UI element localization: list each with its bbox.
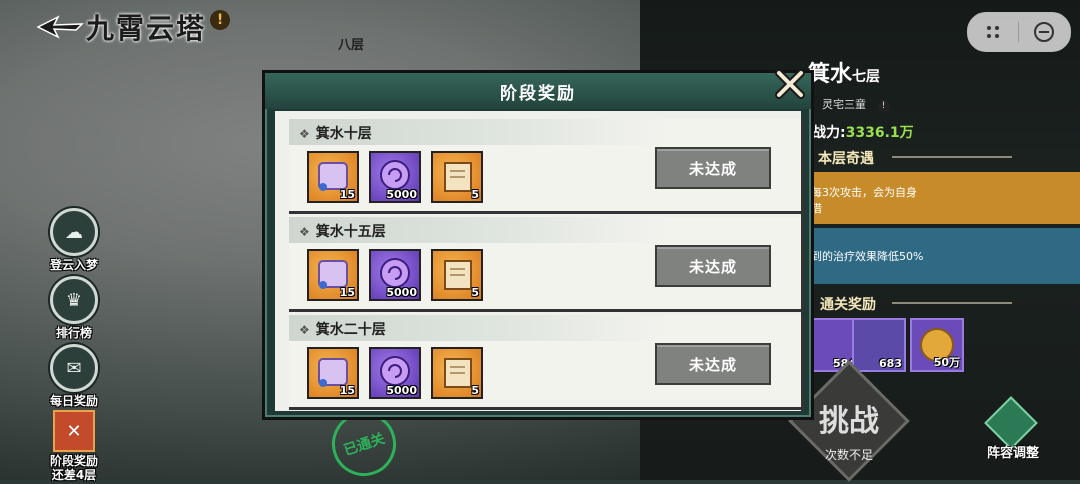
reward-item-manual[interactable]: 5	[431, 347, 483, 399]
buff-text: 每3次攻击，会为自身 借	[811, 186, 917, 215]
stage-name: ❖ 箕水二十层	[299, 322, 386, 338]
nav-daily-reward[interactable]: ✉ 每日奖励	[40, 344, 108, 408]
reward-item-scroll[interactable]: 15	[307, 151, 359, 203]
clear-reward-item[interactable]: 683	[852, 318, 906, 372]
miniprogram-capsule	[967, 12, 1071, 52]
clear-reward-title: 通关奖励	[820, 297, 876, 313]
dots-icon	[987, 26, 999, 38]
minus-circle-icon	[1034, 22, 1054, 42]
modal-header: 阶段奖励	[265, 73, 811, 109]
nav-label: 每日奖励	[49, 394, 98, 408]
exit-button[interactable]	[1019, 13, 1069, 51]
boss-info-icon[interactable]: !	[877, 100, 890, 112]
challenge-status: 次数不足	[824, 448, 873, 462]
diamond-icon: ❖	[299, 225, 310, 239]
lineup-label: 阵容调整	[986, 446, 1039, 461]
header: 九霄云塔 !	[36, 6, 231, 48]
stage-reward-icon: ✕	[53, 410, 95, 452]
boss-name: 灵宅三童 !	[822, 96, 890, 112]
reward-item-orb[interactable]: 5000	[369, 151, 421, 203]
close-icon	[775, 69, 805, 99]
clear-reward-item[interactable]: 50万	[910, 318, 964, 372]
power-display: 战力:3336.1万	[812, 125, 914, 141]
reward-item-scroll[interactable]: 15	[307, 249, 359, 301]
diamond-icon: ❖	[299, 127, 310, 141]
divider	[892, 156, 1012, 158]
status-button[interactable]: 未达成	[655, 343, 771, 385]
close-button[interactable]	[772, 66, 808, 102]
stage-row: ❖ 箕水十层 15 5000 5 未达成	[289, 119, 804, 214]
ranking-icon: ♛	[50, 276, 98, 324]
divider	[892, 302, 1012, 304]
floor-title: 箕水七层	[808, 61, 881, 87]
reward-item-scroll[interactable]: 15	[307, 347, 359, 399]
stage-row: ❖ 箕水十五层 15 5000 5 未达成	[289, 217, 804, 312]
nav-cloud-dream[interactable]: ☁ 登云入梦	[40, 208, 108, 272]
modal-body: ❖ 箕水十层 15 5000 5 未达成 ❖ 箕水十五层 15 5000 5 未…	[275, 111, 804, 411]
debuff-text: 到的治疗效果降低50%	[811, 250, 924, 263]
reward-item-orb[interactable]: 5000	[369, 347, 421, 399]
modal-title: 阶段奖励	[500, 83, 576, 104]
stage-name: ❖ 箕水十层	[299, 126, 372, 142]
buff-card: 每3次攻击，会为自身 借	[805, 172, 1080, 224]
status-button[interactable]: 未达成	[655, 147, 771, 189]
page-title: 九霄云塔	[86, 12, 207, 45]
stage-reward-modal: 阶段奖励 ❖ 箕水十层 15 5000 5 未达成 ❖ 箕水十五层 15 500…	[262, 70, 814, 420]
diamond-icon: ❖	[299, 323, 310, 337]
challenge-label: 挑战	[819, 404, 879, 439]
tower-floor-label: 八层	[338, 38, 365, 53]
nav-ranking[interactable]: ♛ 排行榜	[40, 276, 108, 340]
nav-label: 登云入梦	[49, 258, 98, 272]
daily-reward-icon: ✉	[50, 344, 98, 392]
stage-row: ❖ 箕水二十层 15 5000 5 未达成	[289, 315, 804, 410]
back-arrow-icon[interactable]	[36, 14, 86, 40]
reward-item-orb[interactable]: 5000	[369, 249, 421, 301]
nav-label: 排行榜	[55, 326, 92, 340]
reward-item-manual[interactable]: 5	[431, 249, 483, 301]
reward-item-manual[interactable]: 5	[431, 151, 483, 203]
more-button[interactable]	[968, 13, 1018, 51]
stage-name: ❖ 箕水十五层	[299, 224, 386, 240]
special-title: 本层奇遇	[818, 151, 874, 167]
info-icon[interactable]: !	[210, 10, 231, 30]
debuff-card: 到的治疗效果降低50%	[805, 228, 1080, 284]
cloud-dream-icon: ☁	[50, 208, 98, 256]
status-button[interactable]: 未达成	[655, 245, 771, 287]
nav-label: 阶段奖励 还差4层	[49, 454, 98, 482]
nav-stage-reward[interactable]: ✕ 阶段奖励 还差4层	[40, 410, 108, 482]
